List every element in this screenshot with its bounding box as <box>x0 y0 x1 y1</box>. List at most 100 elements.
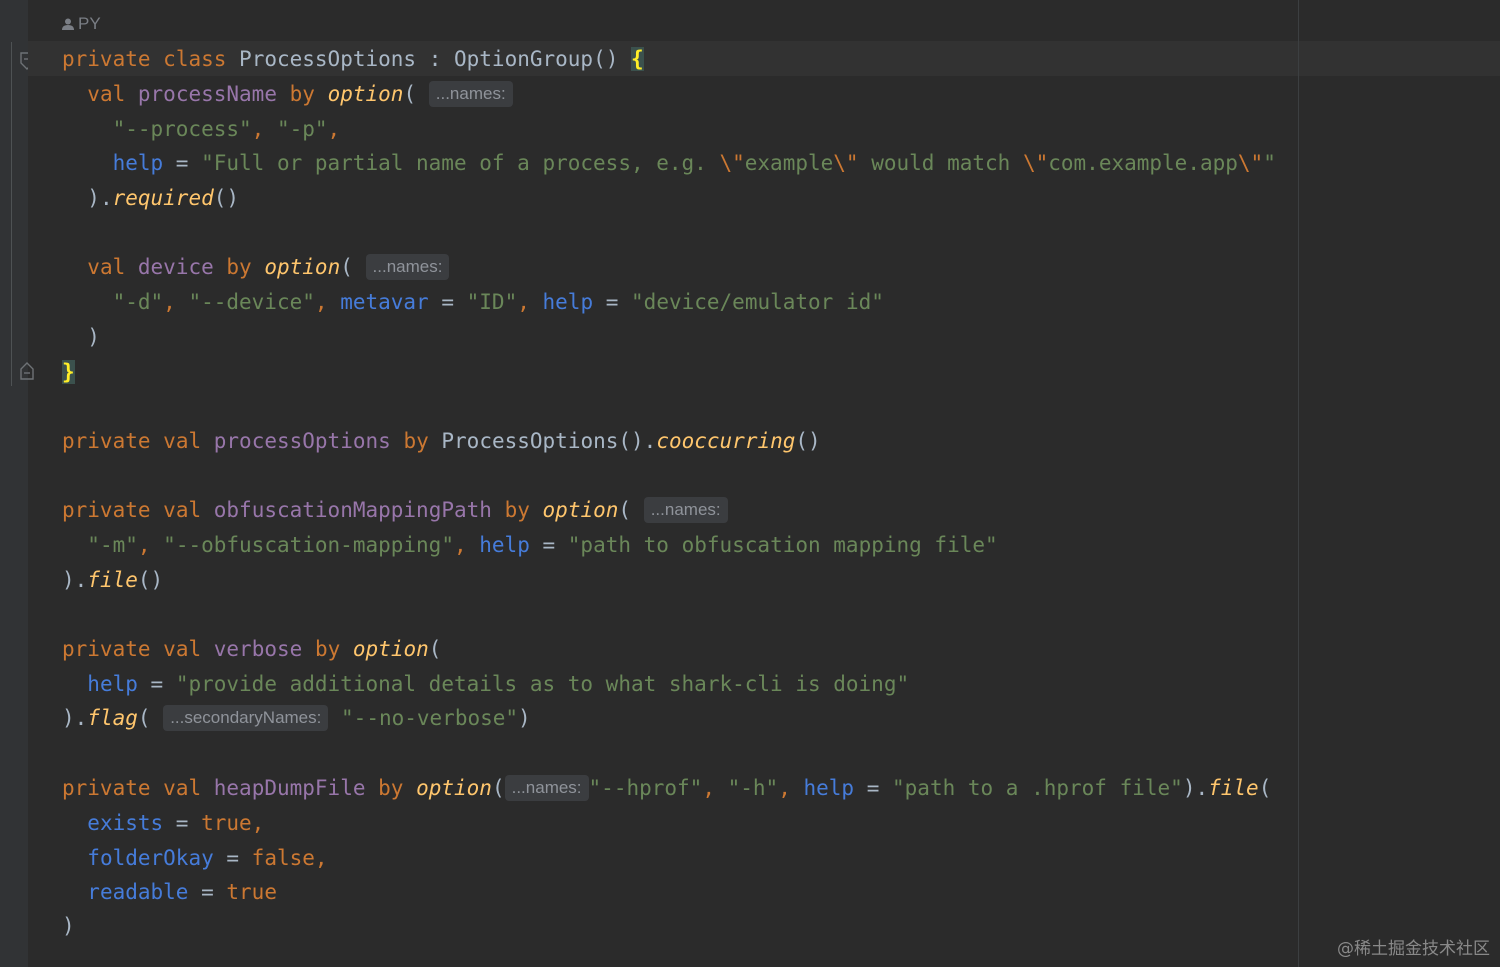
token: processOptions <box>213 429 391 453</box>
token: \" <box>1237 151 1264 175</box>
code-line[interactable]: val device by option( ...names: <box>62 250 450 284</box>
token: com.example.app <box>1048 151 1238 175</box>
token: obfuscationMappingPath <box>213 498 492 522</box>
token: cooccurring <box>656 429 796 453</box>
code-line[interactable]: ).flag( ...secondaryNames: "--no-verbose… <box>62 701 531 735</box>
token: false <box>251 846 315 870</box>
code-line[interactable]: ).file() <box>62 563 163 597</box>
token: verbose <box>213 637 303 661</box>
token: by <box>226 255 252 279</box>
token: = <box>137 672 176 696</box>
token: option <box>352 637 429 661</box>
code-line[interactable]: private class ProcessOptions : OptionGro… <box>62 42 644 76</box>
token: device <box>137 255 214 279</box>
matched-brace: { <box>631 47 644 71</box>
token: readable <box>87 880 189 904</box>
token: , <box>251 117 277 141</box>
code-author-hint[interactable]: PY <box>62 12 101 36</box>
token: , <box>702 776 728 800</box>
token: "-m" <box>87 533 138 557</box>
token: private <box>62 498 151 522</box>
token: exists <box>87 811 164 835</box>
token: private <box>62 47 151 71</box>
token: private <box>62 429 151 453</box>
code-line[interactable]: private val processOptions by ProcessOpt… <box>62 424 821 458</box>
token: , <box>163 290 189 314</box>
token: = <box>188 880 227 904</box>
code-line[interactable]: exists = true, <box>62 806 264 840</box>
token: val <box>163 429 202 453</box>
token: by <box>378 776 404 800</box>
token: true <box>226 880 277 904</box>
user-icon <box>62 18 74 30</box>
token: ( <box>340 255 353 279</box>
token: ( <box>1258 776 1272 800</box>
token: val <box>163 498 202 522</box>
code-line[interactable]: help = "provide additional details as to… <box>62 667 909 701</box>
code-line[interactable]: "-d", "--device", metavar = "ID", help =… <box>62 285 884 319</box>
token: option <box>264 255 341 279</box>
token: ). <box>1182 776 1209 800</box>
code-line[interactable]: "-m", "--obfuscation-mapping", help = "p… <box>62 528 998 562</box>
token: private <box>62 637 151 661</box>
token: val <box>163 637 202 661</box>
code-line[interactable]: "--process", "-p", <box>62 112 341 146</box>
token: = <box>213 846 252 870</box>
token: " <box>1263 151 1276 175</box>
code-line[interactable]: ) <box>62 909 75 943</box>
code-editor[interactable]: PY private class ProcessOptions : Option… <box>28 0 1500 967</box>
token: ) <box>518 706 531 730</box>
token: heapDumpFile <box>213 776 366 800</box>
token: ). <box>62 568 88 592</box>
token: , <box>453 533 480 557</box>
token: by <box>314 637 341 661</box>
token: option <box>416 776 492 800</box>
code-line[interactable]: readable = true <box>62 875 277 909</box>
token: "--device" <box>188 290 315 314</box>
token: val <box>87 82 126 106</box>
token: , <box>517 290 543 314</box>
token: folderOkay <box>87 846 214 870</box>
token: "Full or partial name of a process, e.g. <box>201 151 720 175</box>
code-line[interactable]: private val obfuscationMappingPath by op… <box>62 493 728 527</box>
token: ( <box>618 498 632 522</box>
token: flag <box>87 706 138 730</box>
token: "path to obfuscation mapping file" <box>567 533 998 557</box>
token: ). <box>87 186 113 210</box>
watermark: @稀土掘金技术社区 <box>1337 939 1490 959</box>
token: option <box>327 82 404 106</box>
code-line[interactable]: val processName by option( ...names: <box>62 77 513 111</box>
token: "-d" <box>112 290 164 314</box>
code-line[interactable]: folderOkay = false, <box>62 841 328 875</box>
token: , <box>137 533 164 557</box>
token: help <box>479 533 530 557</box>
token: val <box>163 776 202 800</box>
token: = <box>163 811 202 835</box>
editor-gutter <box>0 0 34 967</box>
token: by <box>289 82 315 106</box>
token: ProcessOptions <box>239 47 417 71</box>
token: OptionGroup() <box>454 47 619 71</box>
token: "provide additional details as to what s… <box>175 672 910 696</box>
code-line[interactable]: ) <box>62 320 100 354</box>
inlay-hint: ...secondaryNames: <box>163 705 329 731</box>
code-line[interactable]: private val heapDumpFile by option(...na… <box>62 771 1271 805</box>
token: "device/emulator id" <box>631 290 884 314</box>
code-line[interactable]: help = "Full or partial name of a proces… <box>62 146 1276 180</box>
token: option <box>542 498 619 522</box>
token: : <box>416 47 454 71</box>
token: = <box>428 290 467 314</box>
code-line[interactable]: ).required() <box>62 181 239 215</box>
token: \" <box>833 151 859 175</box>
inlay-hint: ...names: <box>643 497 728 523</box>
token: help <box>87 672 138 696</box>
token: , <box>251 811 265 835</box>
token: , <box>314 290 341 314</box>
code-line[interactable]: private val verbose by option( <box>62 632 441 666</box>
token: () <box>213 186 240 210</box>
inlay-hint: ...names: <box>504 775 589 801</box>
token: , <box>314 846 328 870</box>
token: by <box>504 498 530 522</box>
code-line[interactable]: } <box>62 355 75 389</box>
author-label: PY <box>78 14 101 33</box>
